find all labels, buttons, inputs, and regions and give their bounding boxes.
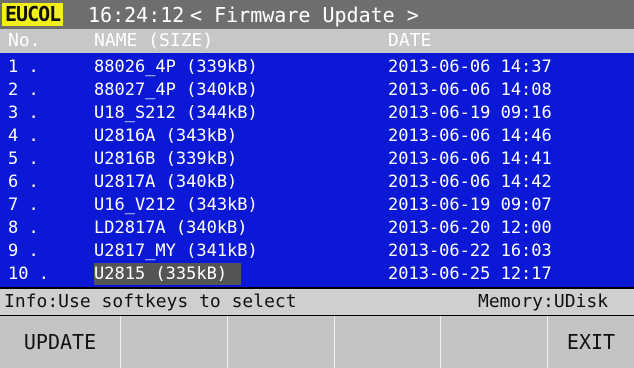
table-row[interactable]: 5 . U2816B (339kB) 2013-06-06 14:41 xyxy=(0,148,634,171)
column-header-name: NAME (SIZE) xyxy=(94,30,214,51)
file-name: U2817_MY (341kB) xyxy=(94,241,258,261)
file-date: 2013-06-20 12:00 xyxy=(388,218,552,238)
softkey-4[interactable] xyxy=(335,316,441,368)
row-number: 8 . xyxy=(8,218,39,238)
file-name: LD2817A (340kB) xyxy=(94,218,248,238)
file-name: U18_S212 (344kB) xyxy=(94,103,258,123)
softkey-3[interactable] xyxy=(228,316,335,368)
softkey-bar: UPDATE EXIT xyxy=(0,316,634,368)
page-title: < Firmware Update > xyxy=(190,3,419,27)
brand-logo: EUCOL xyxy=(2,3,64,26)
file-name: U2817A (340kB) xyxy=(94,172,238,192)
file-date: 2013-06-22 16:03 xyxy=(388,241,552,261)
file-date: 2013-06-06 14:42 xyxy=(388,172,552,192)
file-name: U2816B (339kB) xyxy=(94,149,238,169)
file-date: 2013-06-06 14:41 xyxy=(388,149,552,169)
row-number: 4 . xyxy=(8,126,39,146)
table-row[interactable]: 7 . U16_V212 (343kB) 2013-06-19 09:07 xyxy=(0,194,634,217)
file-date: 2013-06-06 14:08 xyxy=(388,80,552,100)
row-number: 10 . xyxy=(8,264,49,284)
table-row[interactable]: 8 . LD2817A (340kB) 2013-06-20 12:00 xyxy=(0,217,634,240)
table-header: No. NAME (SIZE) DATE xyxy=(0,29,634,53)
table-row[interactable]: 2 . 88027_4P (340kB) 2013-06-06 14:08 xyxy=(0,79,634,102)
file-date: 2013-06-06 14:37 xyxy=(388,57,552,77)
top-bar: EUCOL 16:24:12 < Firmware Update > xyxy=(0,0,634,29)
row-number: 1 . xyxy=(8,57,39,77)
row-number: 6 . xyxy=(8,172,39,192)
table-row-selected[interactable]: 10 . U2815 (335kB) 2013-06-25 12:17 xyxy=(0,263,634,286)
table-row[interactable]: 3 . U18_S212 (344kB) 2013-06-19 09:16 xyxy=(0,102,634,125)
file-name: 88027_4P (340kB) xyxy=(94,80,258,100)
file-date: 2013-06-06 14:46 xyxy=(388,126,552,146)
file-date: 2013-06-25 12:17 xyxy=(388,264,552,284)
update-button[interactable]: UPDATE xyxy=(0,316,121,368)
info-bar: Info:Use softkeys to select Memory:UDisk xyxy=(0,289,634,315)
table-row[interactable]: 9 . U2817_MY (341kB) 2013-06-22 16:03 xyxy=(0,240,634,263)
info-message: Info:Use softkeys to select xyxy=(4,291,297,312)
table-row[interactable]: 6 . U2817A (340kB) 2013-06-06 14:42 xyxy=(0,171,634,194)
table-row[interactable]: 4 . U2816A (343kB) 2013-06-06 14:46 xyxy=(0,125,634,148)
file-name: 88026_4P (339kB) xyxy=(94,57,258,77)
column-header-date: DATE xyxy=(388,30,432,51)
memory-status: Memory:UDisk xyxy=(478,291,609,312)
file-name: U16_V212 (343kB) xyxy=(94,195,258,215)
file-list[interactable]: 1 . 88026_4P (339kB) 2013-06-06 14:37 2 … xyxy=(0,53,634,287)
row-number: 5 . xyxy=(8,149,39,169)
column-header-no: No. xyxy=(8,30,41,51)
row-number: 3 . xyxy=(8,103,39,123)
firmware-update-screen: EUCOL 16:24:12 < Firmware Update > No. N… xyxy=(0,0,634,368)
file-date: 2013-06-19 09:07 xyxy=(388,195,552,215)
file-name: U2816A (343kB) xyxy=(94,126,238,146)
exit-button[interactable]: EXIT xyxy=(548,316,634,368)
softkey-2[interactable] xyxy=(121,316,228,368)
clock: 16:24:12 xyxy=(88,3,185,27)
file-name-selected: U2815 (335kB) xyxy=(94,263,242,285)
softkey-5[interactable] xyxy=(441,316,548,368)
file-date: 2013-06-19 09:16 xyxy=(388,103,552,123)
row-number: 2 . xyxy=(8,80,39,100)
table-row[interactable]: 1 . 88026_4P (339kB) 2013-06-06 14:37 xyxy=(0,56,634,79)
row-number: 7 . xyxy=(8,195,39,215)
row-number: 9 . xyxy=(8,241,39,261)
